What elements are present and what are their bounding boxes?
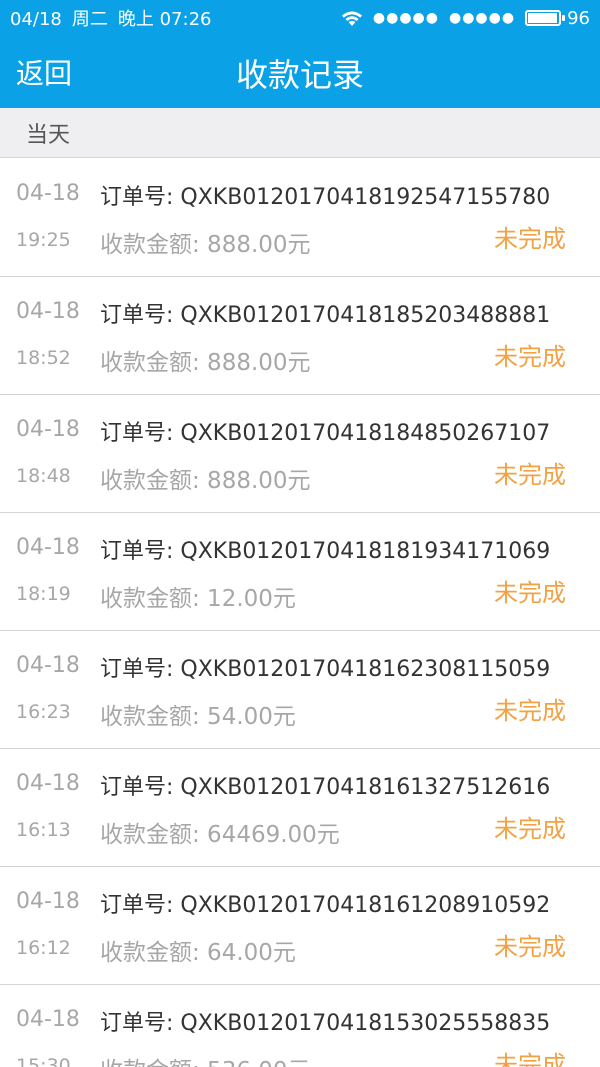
record-status: 未完成 xyxy=(494,815,566,843)
record-time: 15:30 xyxy=(16,1055,71,1067)
record-time: 18:52 xyxy=(16,347,71,369)
record-order-number: 订单号: QXKB012017041816120891059​2 xyxy=(100,893,551,918)
record-amount: 收款金额: 888.00元 xyxy=(100,468,311,494)
record-time: 16:12 xyxy=(16,937,71,959)
record-order-number: 订单号: QXKB012017041816132751261​6 xyxy=(100,775,551,800)
signal-strength-icon-2: ●●●●● xyxy=(449,10,516,26)
record-date: 04-18 xyxy=(16,417,80,442)
record-date: 04-18 xyxy=(16,653,80,678)
record-amount: 收款金额: 64469.00元 xyxy=(100,822,340,848)
record-list[interactable]: 04-18 19:25 订单号: QXKB0120170418192547155… xyxy=(0,159,600,1067)
record-order-number: 订单号: QXKB012017041818485026710​7 xyxy=(100,421,551,446)
record-status: 未完成 xyxy=(494,343,566,371)
record-date: 04-18 xyxy=(16,535,80,560)
record-status: 未完成 xyxy=(494,933,566,961)
wifi-icon xyxy=(341,11,362,26)
page-title: 收款记录 xyxy=(235,56,364,94)
record-status: 未完成 xyxy=(494,579,566,607)
record-amount: 收款金额: 12.00元 xyxy=(100,586,296,612)
status-time: 晚上 07:26 xyxy=(117,9,212,30)
record-amount: 收款金额: 536.00元 xyxy=(100,1051,311,1067)
status-date: 04/18 xyxy=(10,9,62,30)
app-header: 04/18 周二 晚上 07:26 ●●●●● ●●●●● 96 返回 收款记录 xyxy=(0,0,600,108)
record-row[interactable]: 04-18 16:23 订单号: QXKB0120170418162308115… xyxy=(0,631,600,749)
record-row[interactable]: 04-18 18:52 订单号: QXKB0120170418185203488… xyxy=(0,277,600,395)
record-time: 16:13 xyxy=(16,819,71,841)
record-date: 04-18 xyxy=(16,181,80,206)
record-amount: 收款金额: 888.00元 xyxy=(100,232,311,258)
battery-icon xyxy=(525,10,566,26)
section-header-today: 当天 xyxy=(0,108,600,158)
record-row[interactable]: 04-18 15:30 订单号: QXKB0120170418153025558… xyxy=(0,985,600,1067)
record-time: 16:23 xyxy=(16,701,71,723)
record-status: 未完成 xyxy=(494,1051,566,1067)
signal-strength-icon: ●●●●● xyxy=(372,10,439,26)
record-time: 19:25 xyxy=(16,229,71,251)
record-status: 未完成 xyxy=(494,225,566,253)
section-label: 当天 xyxy=(26,122,71,148)
record-date: 04-18 xyxy=(16,889,80,914)
record-row[interactable]: 04-18 19:25 订单号: QXKB0120170418192547155… xyxy=(0,159,600,277)
battery-fill xyxy=(528,13,557,23)
record-status: 未完成 xyxy=(494,461,566,489)
record-row[interactable]: 04-18 16:13 订单号: QXKB0120170418161327512… xyxy=(0,749,600,867)
record-row[interactable]: 04-18 18:48 订单号: QXKB0120170418184850267… xyxy=(0,395,600,513)
record-order-number: 订单号: QXKB01201704181925471557​80 xyxy=(100,185,551,210)
record-date: 04-18 xyxy=(16,299,80,324)
record-order-number: 订单号: QXKB012017041818520348888​1 xyxy=(100,303,551,328)
record-amount: 收款金额: 888.00元 xyxy=(100,350,311,376)
record-row[interactable]: 04-18 18:19 订单号: QXKB0120170418181934171… xyxy=(0,513,600,631)
status-weekday: 周二 xyxy=(71,9,108,30)
record-date: 04-18 xyxy=(16,1007,80,1032)
record-time: 18:19 xyxy=(16,583,71,605)
record-row[interactable]: 04-18 16:12 订单号: QXKB0120170418161208910… xyxy=(0,867,600,985)
nav-bar: 返回 收款记录 xyxy=(0,36,600,108)
record-amount: 收款金额: 54.00元 xyxy=(100,704,296,730)
record-time: 18:48 xyxy=(16,465,71,487)
record-amount: 收款金额: 64.00元 xyxy=(100,940,296,966)
record-status: 未完成 xyxy=(494,697,566,725)
record-order-number: 订单号: QXKB012017041816230811505​9 xyxy=(100,657,551,682)
status-right: ●●●●● ●●●●● 96 xyxy=(341,8,590,29)
battery-level: 96 xyxy=(567,7,590,29)
record-order-number: 订单号: QXKB012017041818193417106​9 xyxy=(100,539,551,564)
status-left: 04/18 周二 晚上 07:26 xyxy=(10,5,221,31)
status-bar: 04/18 周二 晚上 07:26 ●●●●● ●●●●● 96 xyxy=(0,0,600,36)
record-order-number: 订单号: QXKB012017041815302555883​5 xyxy=(100,1011,551,1036)
record-date: 04-18 xyxy=(16,771,80,796)
